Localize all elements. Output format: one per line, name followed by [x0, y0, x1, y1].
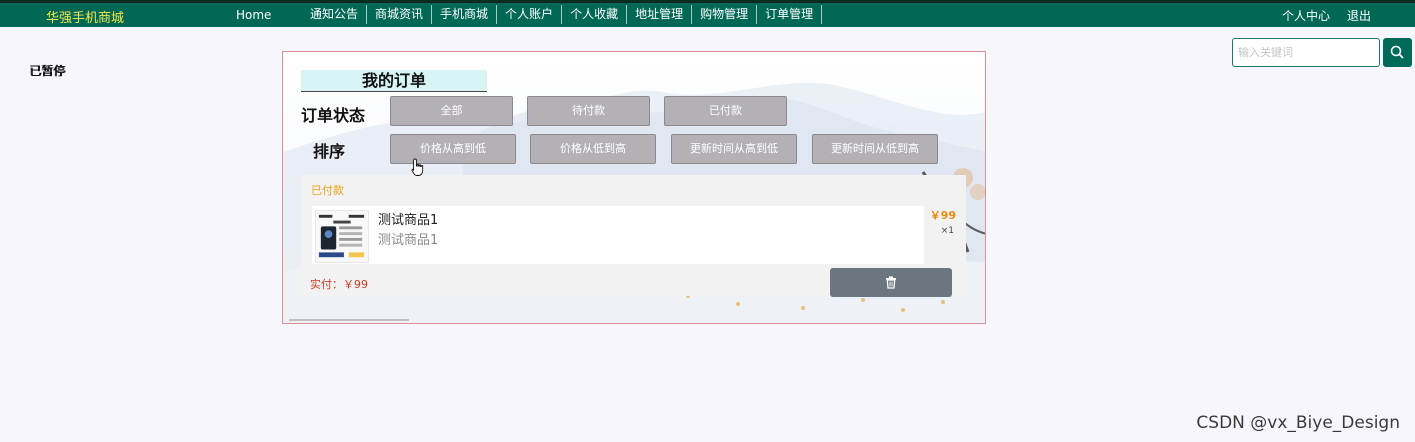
product-name[interactable]: 测试商品1 — [378, 209, 438, 228]
nav-item-notices[interactable]: 通知公告 — [302, 5, 368, 24]
nav-item-favorites[interactable]: 个人收藏 — [562, 5, 628, 24]
hand-cursor-icon — [411, 158, 424, 176]
nav-item-cart[interactable]: 购物管理 — [692, 5, 758, 24]
sort-price-desc-button[interactable]: 价格从高到低 — [390, 134, 516, 164]
search-button[interactable] — [1383, 38, 1412, 67]
sort-label: 排序 — [313, 142, 346, 161]
orders-panel: 我的订单 订单状态 全部 待付款 已付款 排序 价格从高到低 价格从低到高 更新… — [282, 51, 986, 324]
paused-label: 已暂停 — [29, 64, 66, 78]
sort-price-asc-button[interactable]: 价格从低到高 — [530, 134, 656, 164]
nav-home-link[interactable]: Home — [236, 8, 271, 22]
product-quantity: ×1 — [940, 226, 954, 236]
search-icon — [1390, 45, 1404, 59]
page-title: 我的订单 — [301, 70, 487, 92]
order-card: 已付款 测试商品1 测试商品1 ￥99 ×1 实付：￥99 — [301, 175, 966, 297]
sort-time-asc-button[interactable]: 更新时间从低到高 — [812, 134, 938, 164]
nav-item-orders[interactable]: 订单管理 — [757, 5, 823, 24]
paid-total: 实付：￥99 — [310, 278, 368, 291]
order-item-row[interactable]: 测试商品1 测试商品1 — [312, 206, 924, 264]
nav-item-account[interactable]: 个人账户 — [497, 5, 563, 24]
nav-item-news[interactable]: 商城资讯 — [367, 5, 433, 24]
nav-menu: 通知公告 商城资讯 手机商城 个人账户 个人收藏 地址管理 购物管理 订单管理 — [302, 3, 823, 27]
search-input[interactable] — [1232, 38, 1380, 67]
nav-item-addresses[interactable]: 地址管理 — [627, 5, 693, 24]
order-status-badge: 已付款 — [311, 184, 344, 197]
trash-icon — [886, 276, 896, 289]
product-price: ￥99 — [929, 209, 956, 222]
product-thumbnail[interactable] — [315, 210, 369, 263]
delete-order-button[interactable] — [830, 268, 952, 297]
nav-item-shop[interactable]: 手机商城 — [432, 5, 498, 24]
filter-all-button[interactable]: 全部 — [390, 96, 513, 126]
sort-time-desc-button[interactable]: 更新时间从高到低 — [671, 134, 797, 164]
brand-logo-text[interactable]: 华强手机商城 — [46, 7, 124, 26]
logout-link[interactable]: 退出 — [1347, 7, 1371, 24]
filter-pending-button[interactable]: 待付款 — [527, 96, 650, 126]
csdn-watermark: CSDN @vx_Biye_Design — [1196, 413, 1400, 433]
order-status-label: 订单状态 — [301, 106, 366, 125]
filter-paid-button[interactable]: 已付款 — [664, 96, 787, 126]
user-center-link[interactable]: 个人中心 — [1282, 7, 1330, 24]
product-description: 测试商品1 — [378, 233, 439, 248]
top-navbar: 华强手机商城 Home 通知公告 商城资讯 手机商城 个人账户 个人收藏 地址管… — [0, 3, 1415, 27]
